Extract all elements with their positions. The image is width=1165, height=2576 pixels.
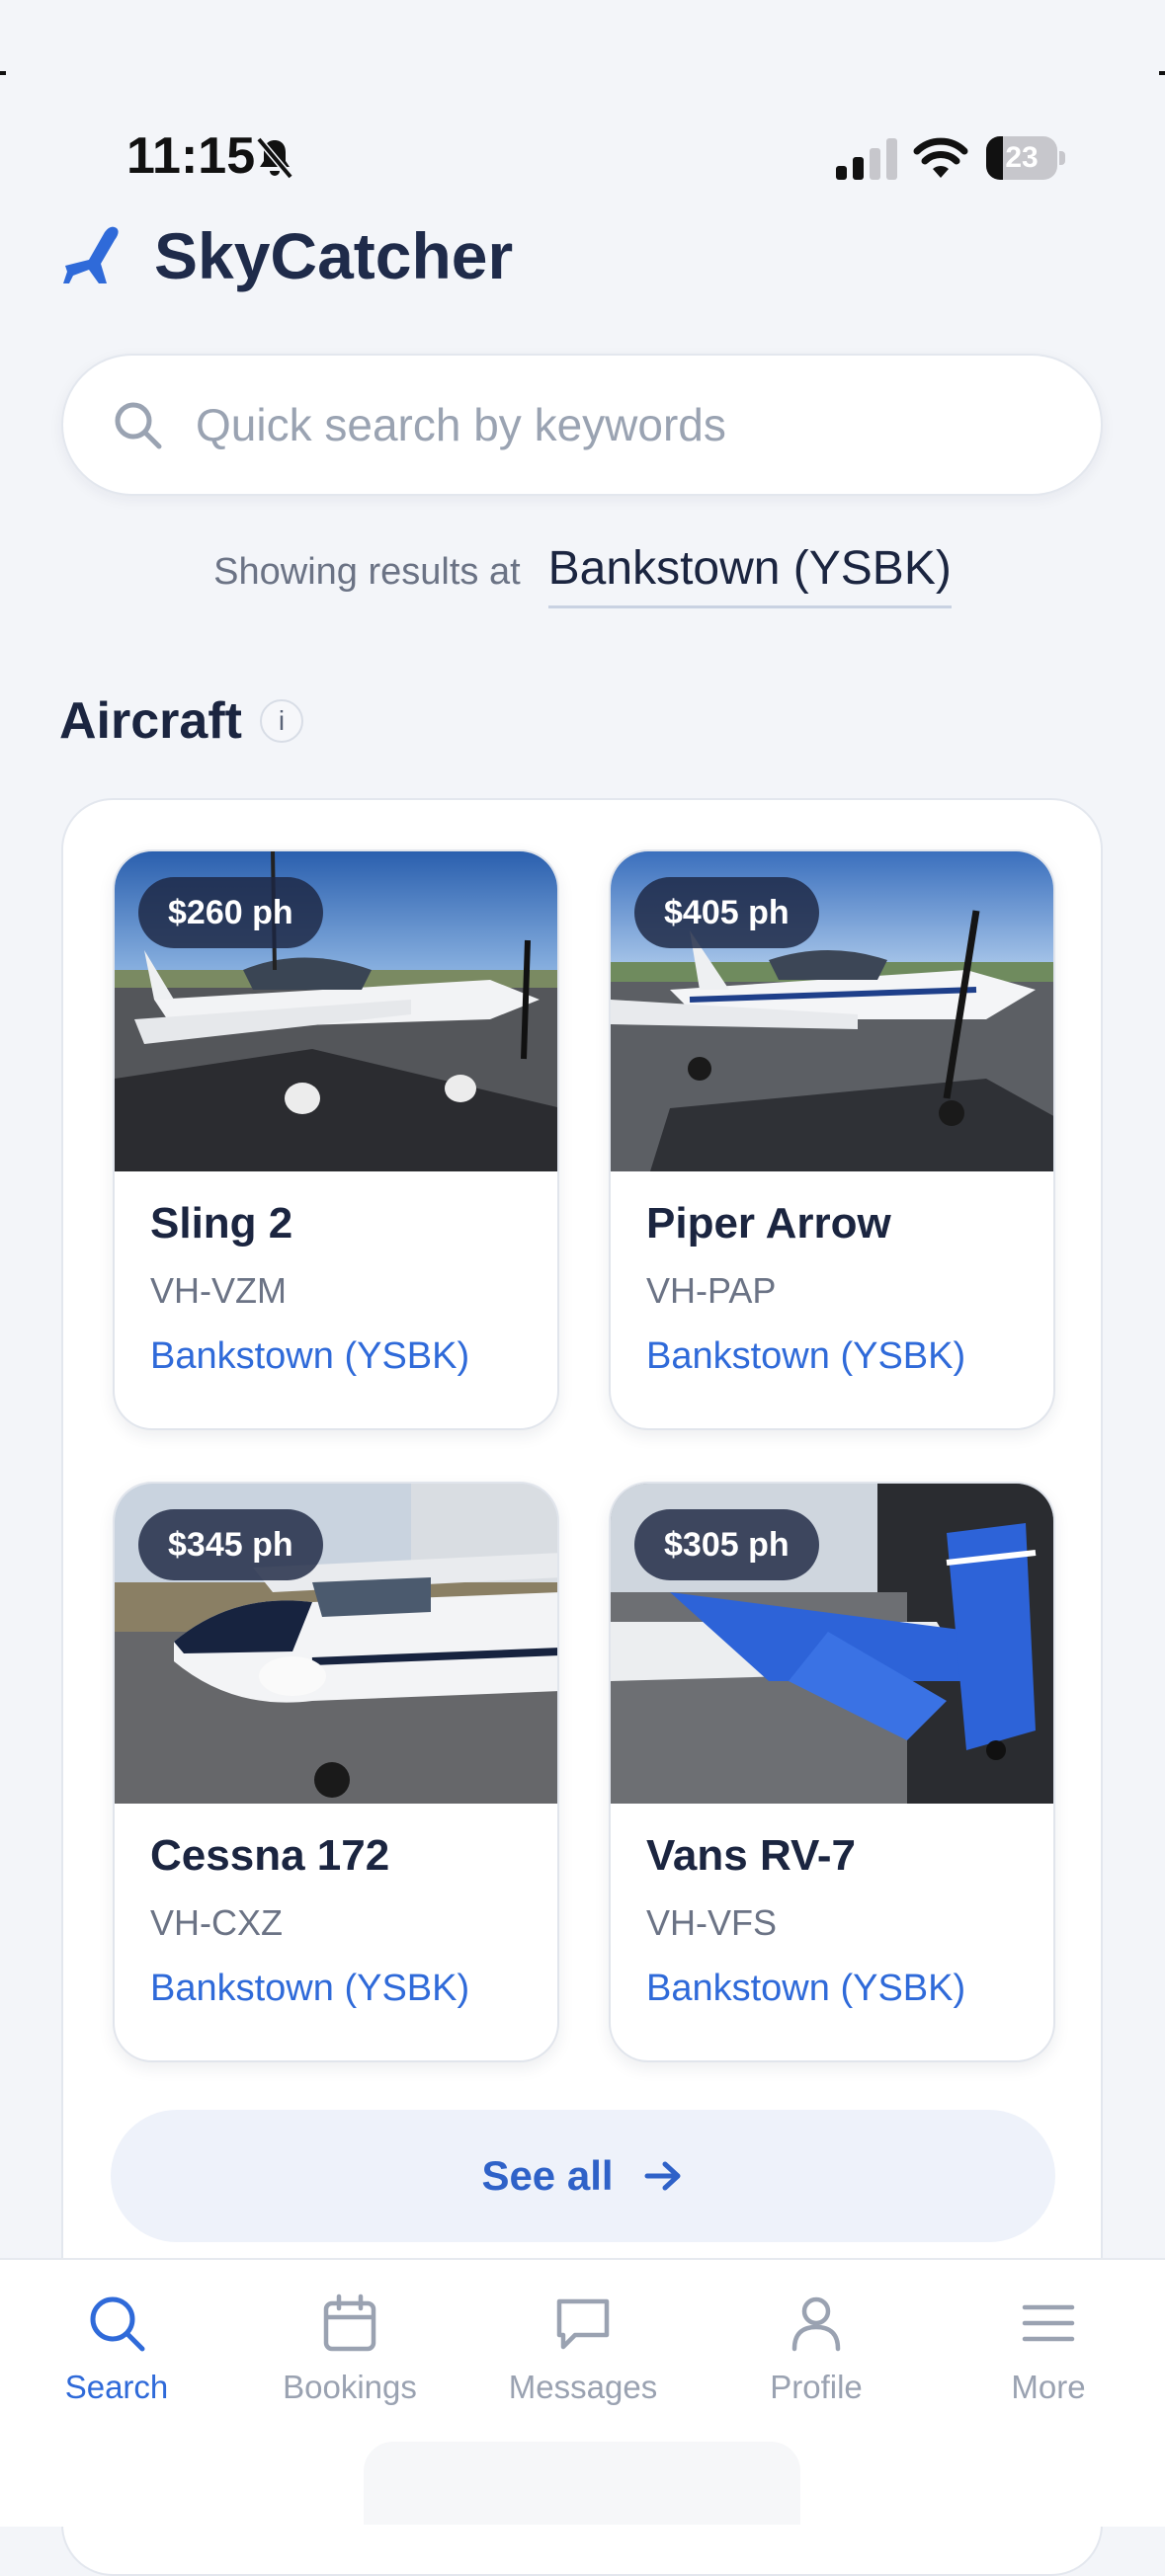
location-selector[interactable]: Bankstown (YSBK) [547, 541, 952, 608]
screen-corner [0, 71, 6, 75]
aircraft-card[interactable]: $305 ph Vans RV-7 VH-VFS Bankstown (YSBK… [609, 1482, 1055, 2062]
search-icon [90, 2296, 145, 2352]
price-badge: $405 ph [634, 877, 819, 948]
bell-slash-icon [256, 136, 293, 180]
aircraft-name: Cessna 172 [150, 1831, 390, 1880]
tab-label: Messages [508, 2369, 658, 2405]
tab-label: Bookings [283, 2369, 417, 2405]
aircraft-name: Vans RV-7 [646, 1831, 856, 1880]
search-bar[interactable] [61, 354, 1103, 496]
plane-icon [63, 226, 119, 283]
price-badge: $305 ph [634, 1509, 819, 1580]
aircraft-registration: VH-VFS [646, 1902, 778, 1943]
tab-search[interactable]: Search [0, 2282, 233, 2420]
tab-label: Profile [770, 2369, 863, 2405]
screen-corner [1159, 71, 1165, 75]
search-input[interactable] [194, 397, 1067, 452]
status-bar: 11:15 23 [0, 0, 1165, 217]
arrow-right-icon [644, 2161, 681, 2191]
price-badge: $345 ph [138, 1509, 323, 1580]
search-icon [115, 402, 162, 449]
aircraft-location: Bankstown (YSBK) [646, 1335, 966, 1377]
price-badge: $260 ph [138, 877, 323, 948]
location-label: Showing results at [213, 551, 521, 593]
aircraft-card[interactable]: $405 ph Piper Arrow VH-PAP Bankstown (YS… [609, 849, 1055, 1430]
aircraft-location: Bankstown (YSBK) [150, 1968, 470, 2009]
see-all-label: See all [481, 2152, 614, 2199]
tab-label: Search [64, 2369, 169, 2405]
menu-icon [1022, 2304, 1075, 2342]
aircraft-location: Bankstown (YSBK) [646, 1968, 966, 2009]
tab-messages[interactable]: Messages [466, 2282, 700, 2420]
location-row: Showing results at Bankstown (YSBK) [0, 541, 1165, 608]
aircraft-location: Bankstown (YSBK) [150, 1335, 470, 1377]
app-name: SkyCatcher [154, 219, 514, 292]
see-all-button[interactable]: See all [111, 2110, 1055, 2242]
user-icon [791, 2296, 841, 2352]
signal-icon [836, 138, 897, 180]
aircraft-registration: VH-PAP [646, 1270, 777, 1311]
section-title: Aircraft [59, 692, 242, 750]
wifi-icon [913, 137, 968, 178]
tab-more[interactable]: More [932, 2282, 1165, 2420]
aircraft-name: Piper Arrow [646, 1199, 891, 1248]
aircraft-name: Sling 2 [150, 1199, 293, 1248]
tab-bookings[interactable]: Bookings [233, 2282, 466, 2420]
calendar-icon [323, 2294, 376, 2352]
battery-icon: 23 [986, 136, 1065, 180]
info-icon[interactable]: i [259, 699, 303, 743]
aircraft-registration: VH-VZM [150, 1270, 287, 1311]
message-icon [556, 2298, 610, 2350]
aircraft-card[interactable]: $260 ph Sling 2 VH-VZM Bankstown (YSBK) [113, 849, 559, 1430]
app-header: SkyCatcher [59, 219, 513, 292]
tab-label: More [1011, 2369, 1086, 2405]
home-indicator [364, 2442, 800, 2525]
status-time: 11:15 [126, 127, 256, 185]
aircraft-registration: VH-CXZ [150, 1902, 283, 1943]
tab-profile[interactable]: Profile [700, 2282, 933, 2420]
section-header: Aircraft i [59, 691, 303, 751]
aircraft-card[interactable]: $345 ph Cessna 172 VH-CXZ Bankstown (YSB… [113, 1482, 559, 2062]
